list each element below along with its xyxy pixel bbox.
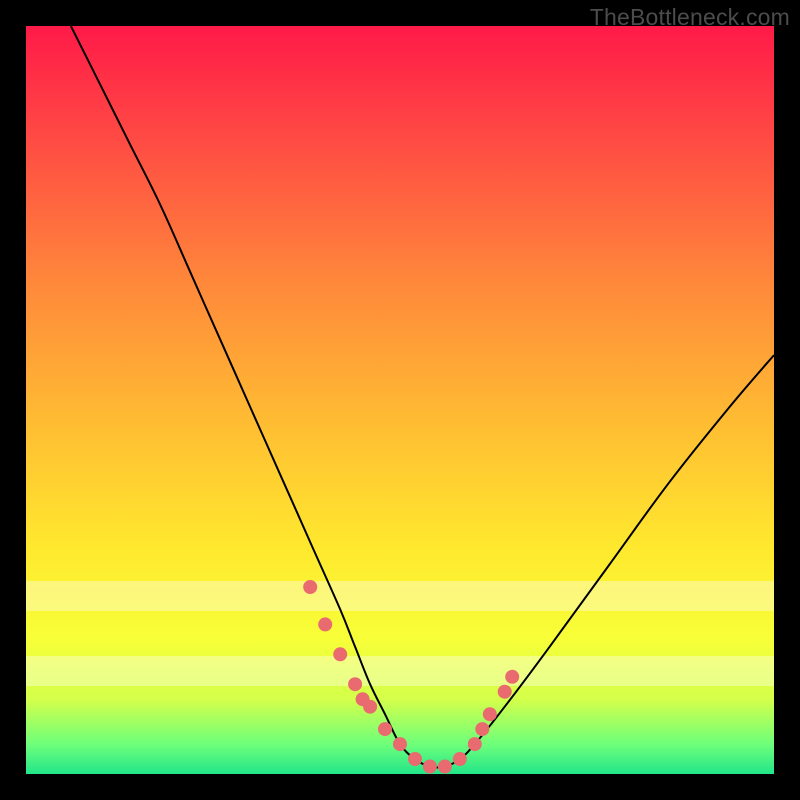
- highlight-dot: [498, 685, 512, 699]
- chart-plot-area: [26, 26, 774, 774]
- highlight-dot: [423, 760, 437, 774]
- highlight-dot: [453, 752, 467, 766]
- marker-group: [303, 580, 519, 774]
- highlight-dot: [393, 737, 407, 751]
- highlight-dot: [505, 670, 519, 684]
- watermark-text: TheBottleneck.com: [590, 4, 790, 31]
- highlight-dot: [378, 722, 392, 736]
- highlight-dot: [318, 617, 332, 631]
- bottleneck-curve: [71, 26, 774, 768]
- highlight-dot: [408, 752, 422, 766]
- highlight-dot: [475, 722, 489, 736]
- highlight-dot: [303, 580, 317, 594]
- highlight-dot: [333, 647, 347, 661]
- highlight-dot: [363, 700, 377, 714]
- highlight-dot: [483, 707, 497, 721]
- highlight-dot: [468, 737, 482, 751]
- highlight-dot: [348, 677, 362, 691]
- curve-svg: [26, 26, 774, 774]
- highlight-dot: [438, 760, 452, 774]
